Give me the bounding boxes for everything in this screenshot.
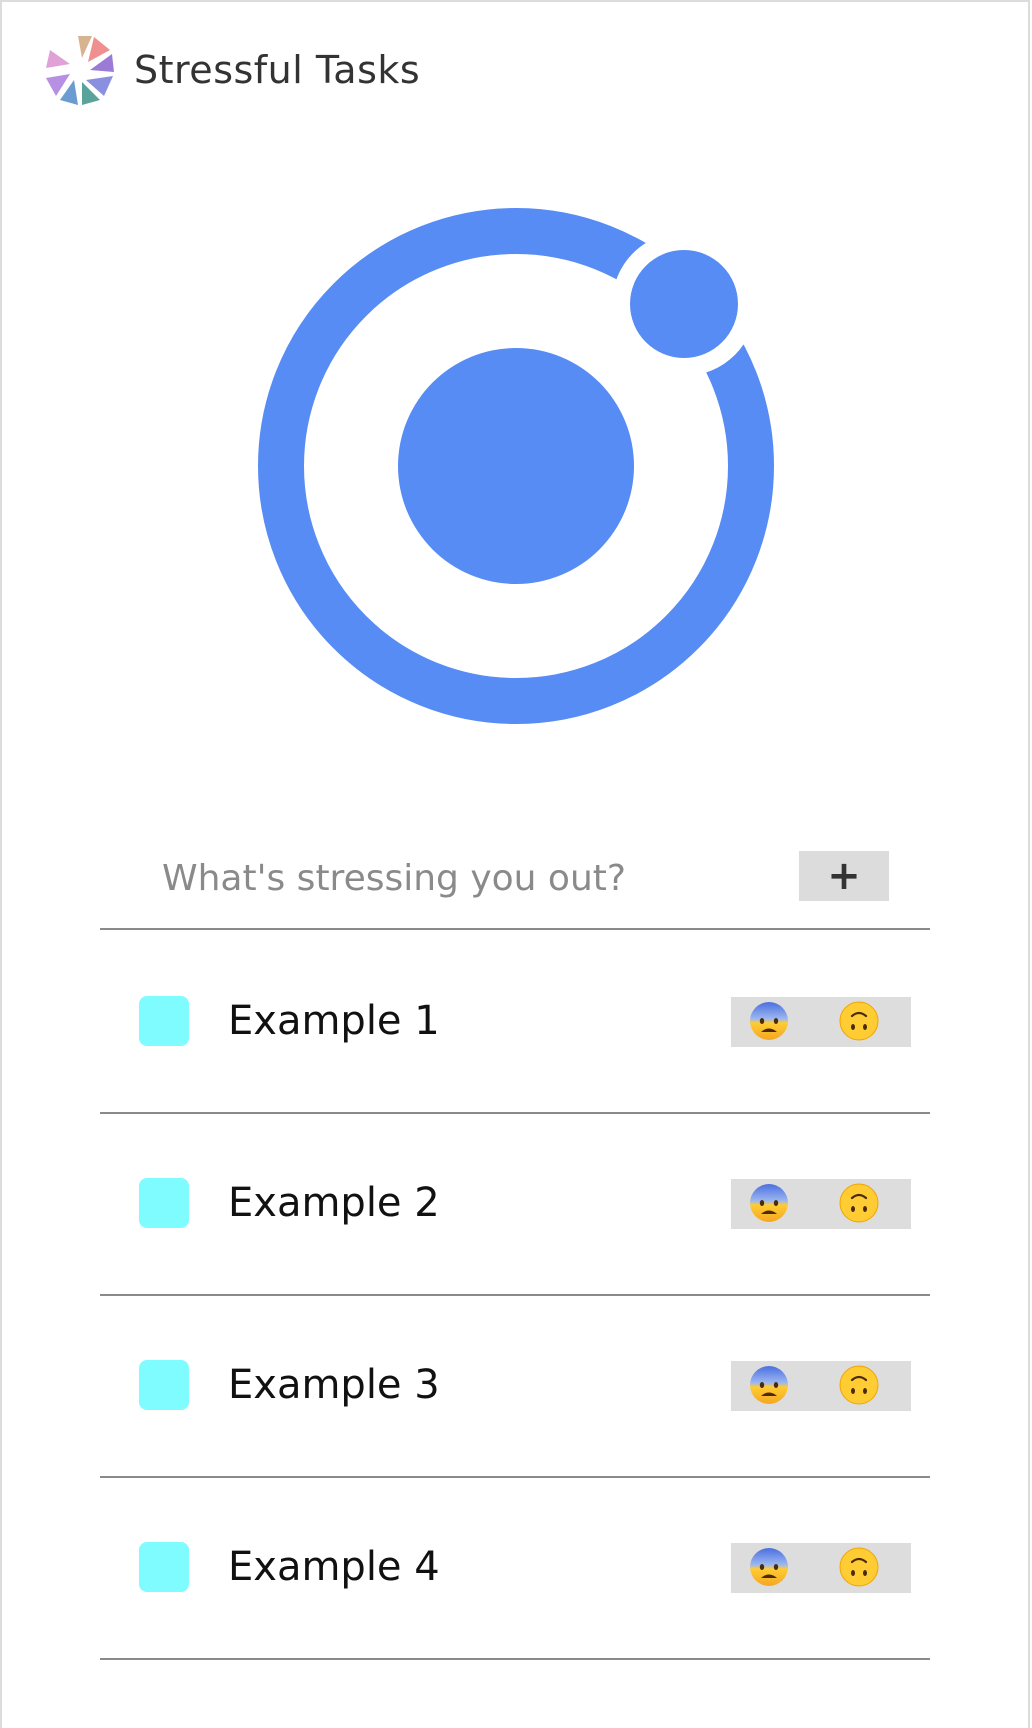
plus-icon: + [827,853,861,899]
task-checkbox[interactable] [139,1542,189,1592]
aperture-logo-icon [46,36,114,105]
task-checkbox[interactable] [139,1178,189,1228]
upside-down-face-icon[interactable] [837,999,881,1043]
anxious-face-icon[interactable] [747,1545,791,1589]
task-label: Example 2 [228,1180,440,1226]
task-row: Example 2 [100,1114,930,1296]
task-label: Example 3 [228,1362,440,1408]
app-header: Stressful Tasks [44,34,420,106]
task-reaction-bar [731,1179,911,1229]
add-task-button[interactable]: + [799,851,889,901]
anxious-face-icon[interactable] [747,1181,791,1225]
task-label: Example 1 [228,998,440,1044]
task-reaction-bar [731,1543,911,1593]
task-list: Example 1 Example 2 Example 3 Example 4 [100,932,930,1660]
task-checkbox[interactable] [139,1360,189,1410]
task-row: Example 3 [100,1296,930,1478]
add-task-row: + [100,830,930,930]
task-checkbox[interactable] [139,996,189,1046]
anxious-face-icon[interactable] [747,999,791,1043]
upside-down-face-icon[interactable] [837,1545,881,1589]
upside-down-face-icon[interactable] [837,1181,881,1225]
task-label: Example 4 [228,1544,440,1590]
app-title: Stressful Tasks [134,48,421,92]
task-row: Example 4 [100,1478,930,1660]
anxious-face-icon[interactable] [747,1363,791,1407]
task-input[interactable] [162,848,762,908]
task-reaction-bar [731,997,911,1047]
task-row: Example 1 [100,932,930,1114]
ionic-logo-icon [258,208,774,724]
task-reaction-bar [731,1361,911,1411]
upside-down-face-icon[interactable] [837,1363,881,1407]
